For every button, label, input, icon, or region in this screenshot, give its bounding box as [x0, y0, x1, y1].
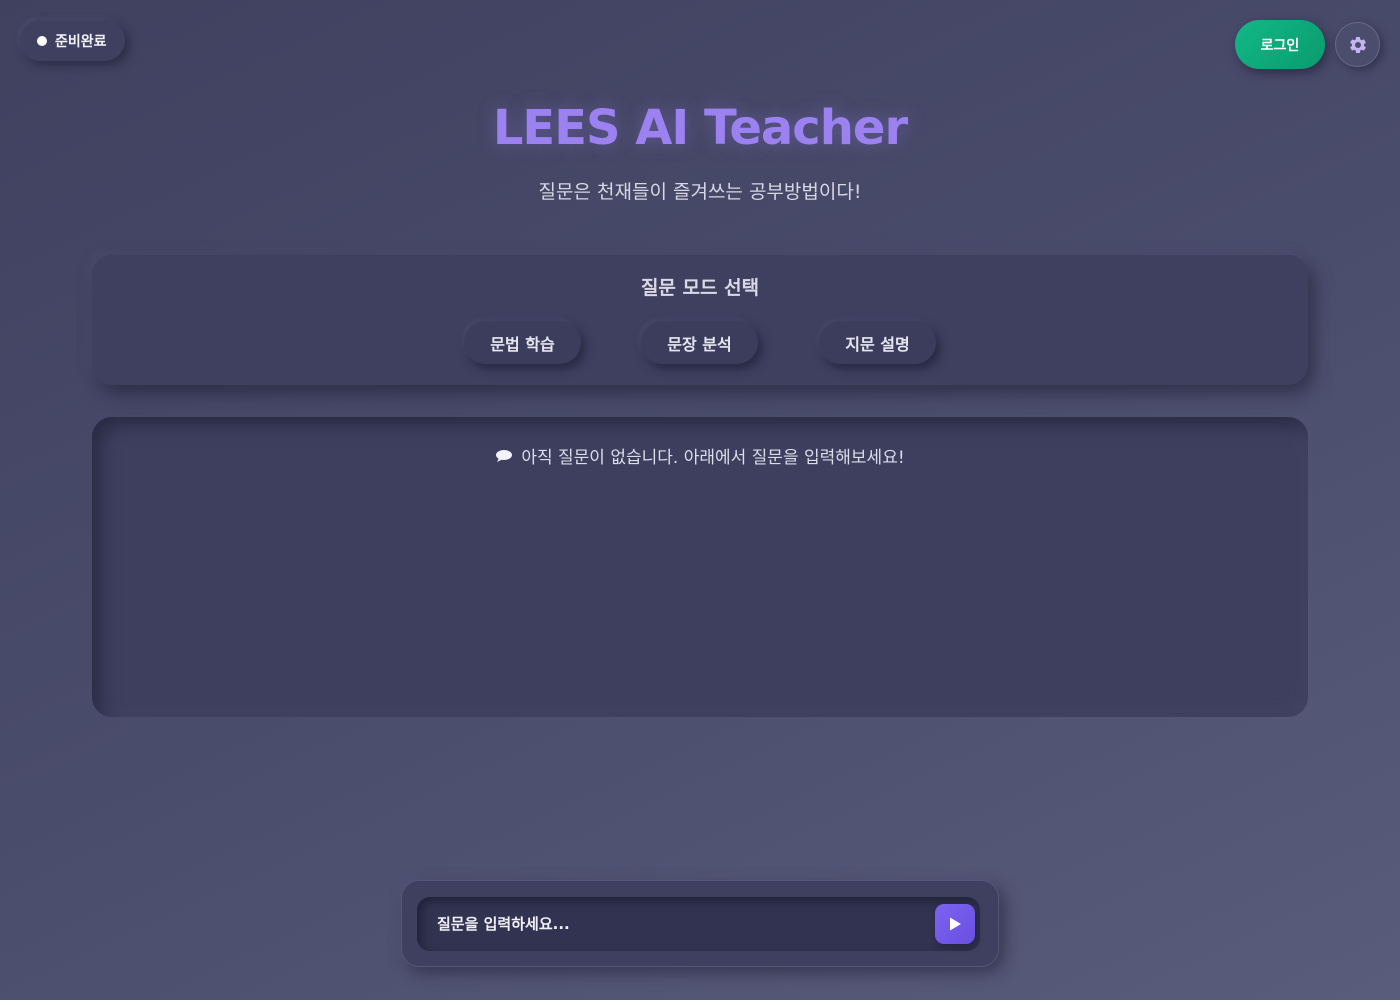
send-button[interactable]: [935, 904, 975, 944]
play-icon: [950, 917, 961, 931]
mode-button-sentence-analysis[interactable]: 문장 분석: [641, 321, 758, 364]
status-dot-icon: [37, 35, 47, 46]
mode-select-heading: 질문 모드 선택: [640, 277, 760, 299]
app-title: LEES AI Teacher: [492, 100, 908, 156]
status-label: 준비완료: [55, 33, 107, 50]
empty-chat-text: 아직 질문이 없습니다. 아래에서 질문을 입력해보세요!: [521, 448, 905, 468]
question-input[interactable]: [417, 897, 980, 951]
app-subtitle: 질문은 천재들이 즐겨쓰는 공부방법이다!: [538, 181, 862, 203]
empty-chat-message: 아직 질문이 없습니다. 아래에서 질문을 입력해보세요!: [0, 443, 1400, 468]
speech-bubble-icon: [496, 449, 513, 462]
login-button[interactable]: 로그인: [1235, 20, 1325, 69]
mode-button-grammar[interactable]: 문법 학습: [464, 321, 581, 364]
settings-button[interactable]: [1335, 22, 1380, 67]
gear-icon: [1349, 36, 1366, 53]
mode-button-passage-explanation[interactable]: 지문 설명: [819, 321, 936, 364]
status-badge: 준비완료: [20, 20, 125, 61]
